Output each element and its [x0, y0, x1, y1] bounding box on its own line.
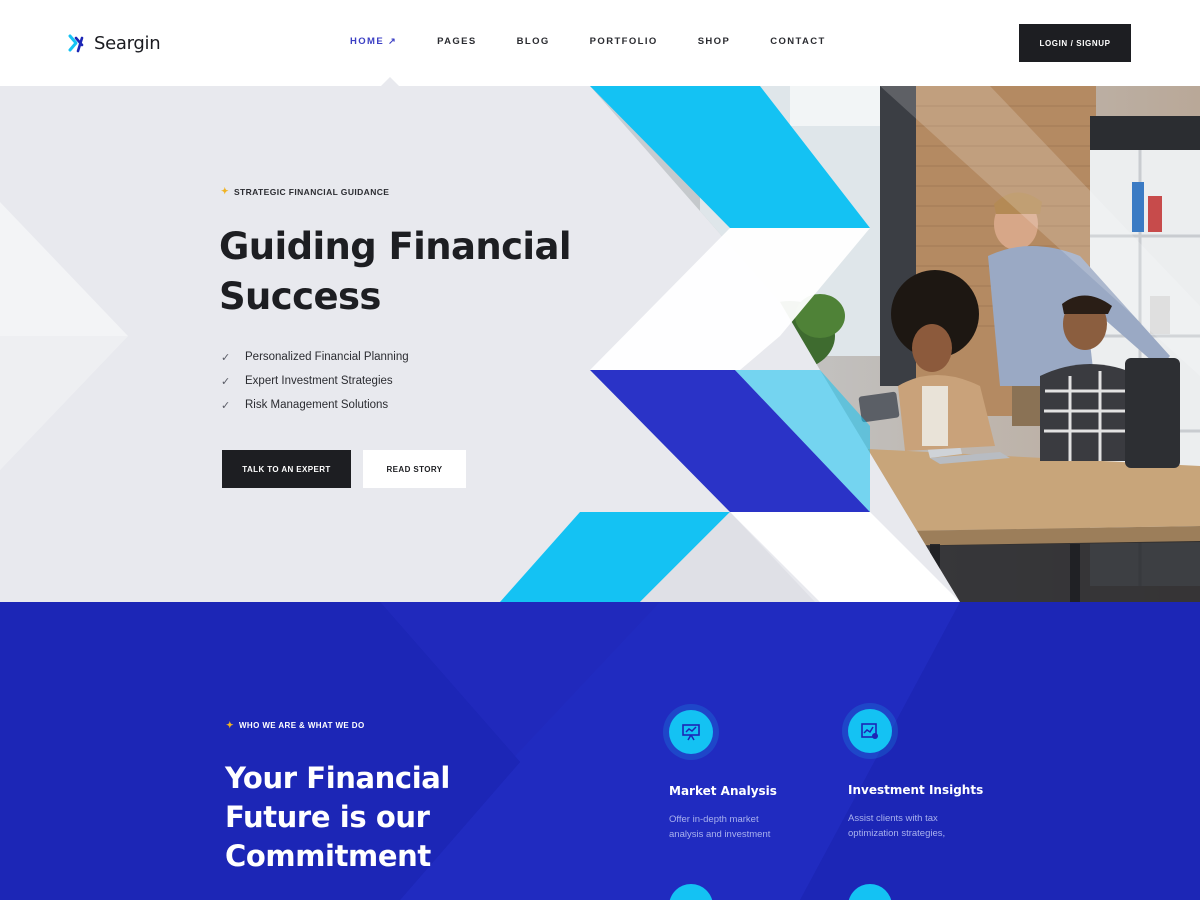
about-section: ✦ WHO WE ARE & WHAT WE DO Your Financial…: [0, 602, 1200, 900]
about-eyebrow: ✦ WHO WE ARE & WHAT WE DO: [226, 720, 365, 731]
checklist-text: Expert Investment Strategies: [245, 375, 393, 387]
logo[interactable]: Seargin: [67, 29, 161, 57]
hero-checklist: ✓ Personalized Financial Planning ✓ Expe…: [221, 345, 409, 417]
talk-to-expert-button[interactable]: TALK TO AN EXPERT: [222, 450, 351, 488]
check-icon: ✓: [221, 375, 231, 388]
seargin-logo-icon: [68, 34, 84, 53]
checklist-text: Risk Management Solutions: [245, 399, 389, 411]
active-nav-indicator: [381, 77, 399, 86]
site-header: Seargin HOME ↗ PAGES BLOG PORTFOLIO SHOP…: [0, 0, 1200, 86]
login-signup-button[interactable]: LOGIN / SIGNUP: [1019, 24, 1131, 62]
check-icon: ✓: [221, 399, 231, 412]
nav-item-home[interactable]: HOME ↗: [350, 36, 397, 47]
nav-item-label: HOME: [350, 36, 385, 47]
presentation-chart-icon: [669, 710, 713, 754]
hero-section: ✦ STRATEGIC FINANCIAL GUIDANCE Guiding F…: [0, 86, 1200, 602]
about-title: Your Financial Future is our Commitment: [225, 759, 525, 876]
nav-item-pages[interactable]: PAGES: [437, 36, 477, 47]
nav-item-shop[interactable]: SHOP: [698, 36, 731, 47]
arrow-up-right-icon: ↗: [388, 36, 398, 46]
nav-item-contact[interactable]: CONTACT: [770, 36, 826, 47]
feature-description-line: analysis and investment: [669, 829, 771, 840]
hero-geometric-shapes: [0, 86, 1200, 602]
feature-description-line: Assist clients with tax: [848, 813, 938, 824]
nav-item-portfolio[interactable]: PORTFOLIO: [590, 36, 658, 47]
feature-description-line: optimization strategies,: [848, 828, 946, 839]
about-geometric-shapes: [380, 602, 960, 900]
about-title-line: Commitment: [225, 839, 431, 873]
hero-title-line: Guiding Financial: [219, 225, 572, 268]
main-nav: HOME ↗ PAGES BLOG PORTFOLIO SHOP CONTACT: [350, 36, 866, 47]
hero-title: Guiding Financial Success: [219, 222, 609, 322]
list-item: ✓ Risk Management Solutions: [221, 393, 409, 417]
about-eyebrow-text: WHO WE ARE & WHAT WE DO: [238, 721, 365, 730]
list-item: ✓ Expert Investment Strategies: [221, 369, 409, 393]
feature-title: Investment Insights: [848, 783, 984, 797]
about-title-line: Future is our: [225, 800, 430, 834]
list-item: ✓ Personalized Financial Planning: [221, 345, 409, 369]
check-icon: ✓: [221, 351, 231, 364]
hero-eyebrow-text: STRATEGIC FINANCIAL GUIDANCE: [233, 186, 390, 197]
sparkle-icon: ✦: [221, 186, 229, 196]
hero-eyebrow: ✦ STRATEGIC FINANCIAL GUIDANCE: [221, 186, 389, 197]
chart-gear-icon: [848, 709, 892, 753]
hero-title-line: Success: [219, 275, 381, 318]
feature-description-line: Offer in-depth market: [669, 814, 759, 825]
feature-description: Assist clients with tax optimization str…: [848, 811, 978, 841]
checklist-text: Personalized Financial Planning: [245, 351, 409, 363]
read-story-button[interactable]: READ STORY: [363, 450, 466, 488]
nav-item-blog[interactable]: BLOG: [517, 36, 550, 47]
about-title-line: Your Financial: [225, 761, 450, 795]
feature-description: Offer in-depth market analysis and inves…: [669, 812, 799, 842]
sparkle-icon: ✦: [226, 720, 234, 730]
logo-text: Seargin: [94, 32, 161, 54]
feature-title: Market Analysis: [669, 784, 777, 798]
